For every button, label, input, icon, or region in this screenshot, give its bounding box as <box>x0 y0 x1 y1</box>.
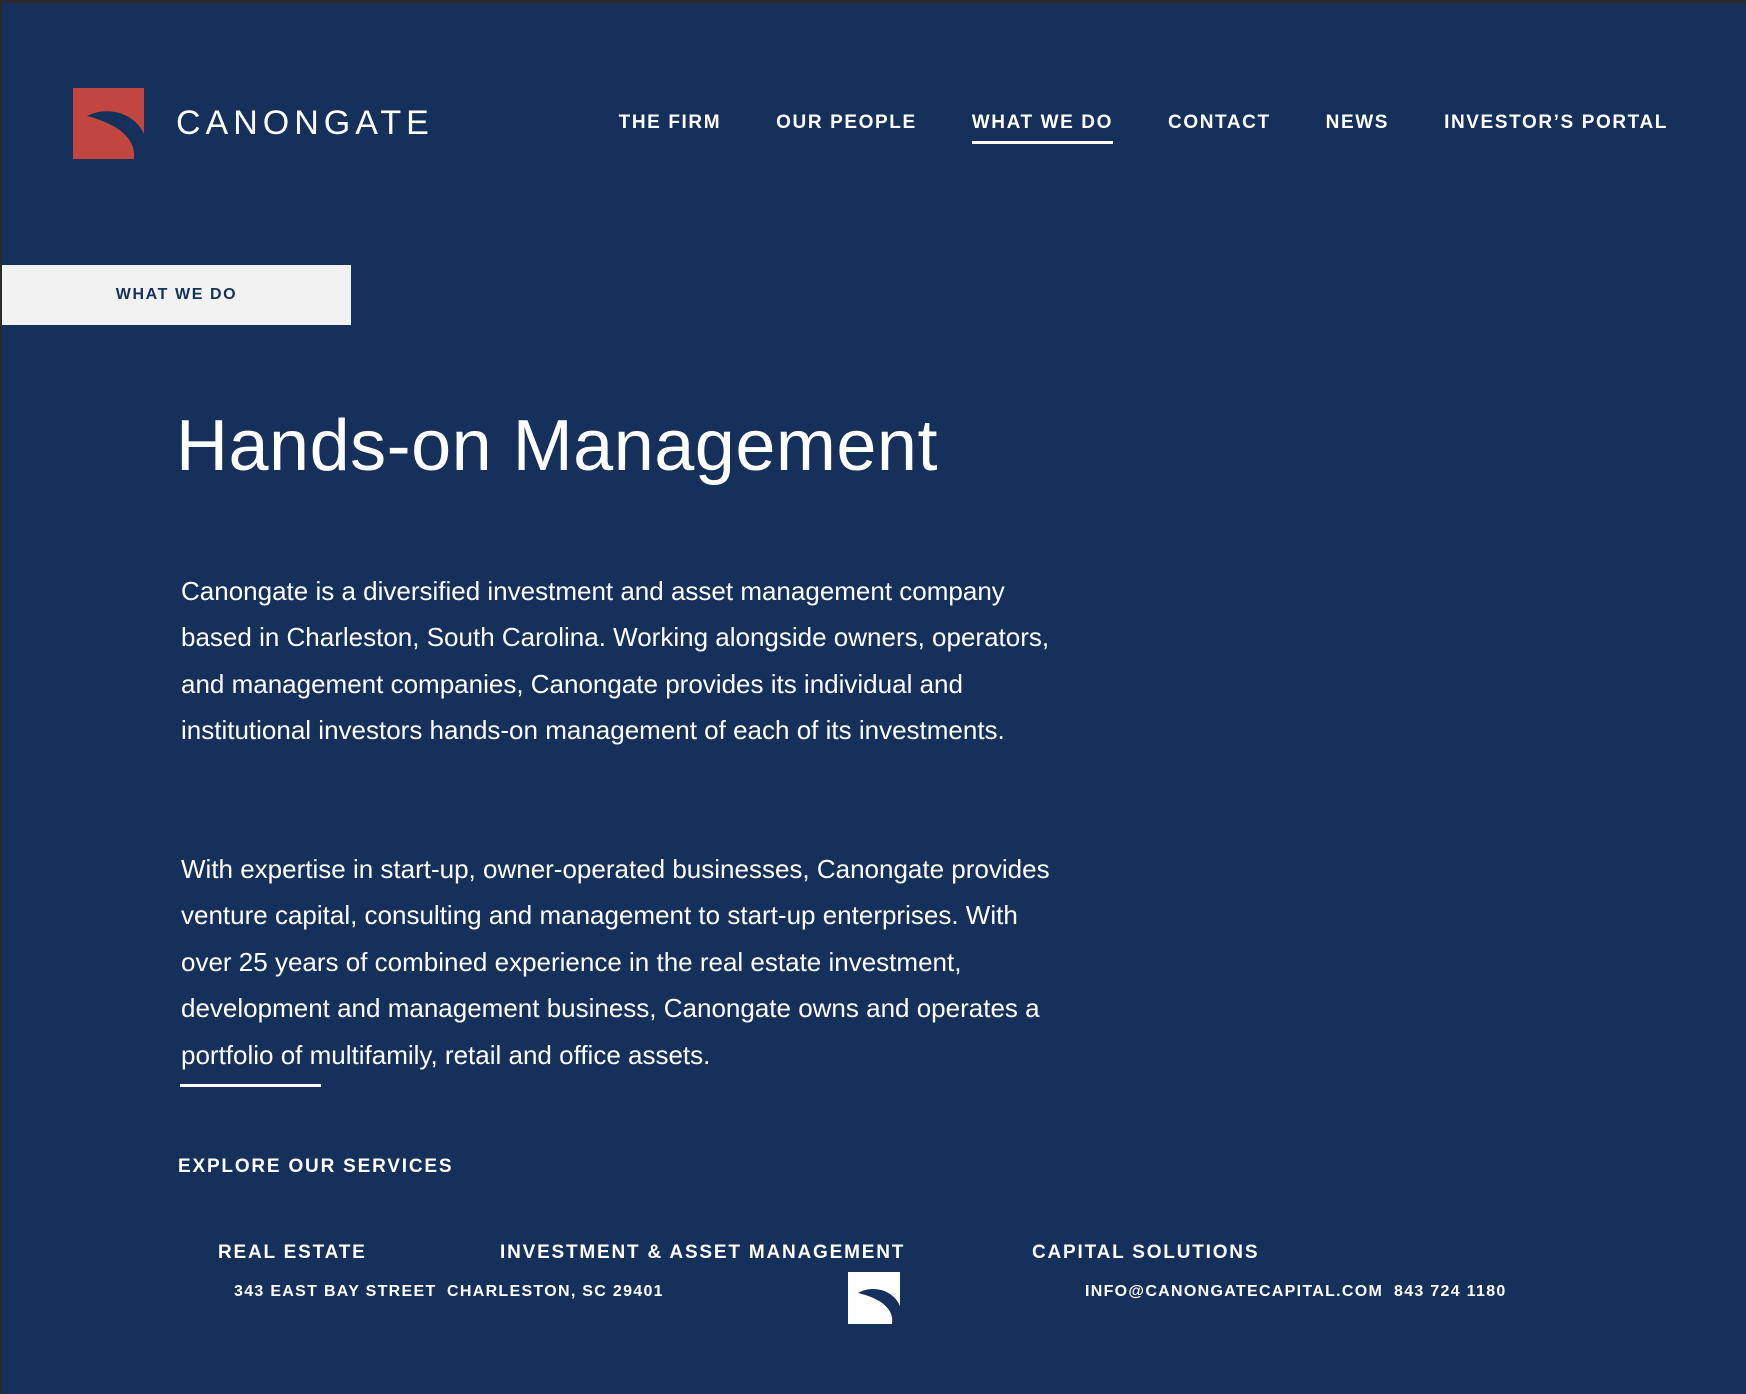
left-border <box>0 0 2 1394</box>
nav-item-the-firm[interactable]: THE FIRM <box>619 112 722 144</box>
page-title: Hands-on Management <box>176 406 938 486</box>
canongate-logo-icon <box>73 88 144 159</box>
service-link-investment-asset-management[interactable]: INVESTMENT & ASSET MANAGEMENT <box>500 1242 905 1264</box>
site-logo[interactable]: CANONGATE <box>73 88 434 159</box>
footer-phone-link[interactable]: 843 724 1180 <box>1394 1283 1507 1301</box>
footer-email-link[interactable]: INFO@CANONGATECAPITAL.COM <box>1085 1283 1383 1301</box>
service-link-capital-solutions[interactable]: CAPITAL SOLUTIONS <box>1032 1242 1259 1264</box>
section-divider <box>180 1084 321 1087</box>
intro-paragraph: Canongate is a diversified investment an… <box>181 576 1050 746</box>
main-nav: THE FIRM OUR PEOPLE WHAT WE DO CONTACT N… <box>619 112 1668 144</box>
nav-item-investors-portal[interactable]: INVESTOR’S PORTAL <box>1444 112 1668 144</box>
top-border <box>0 0 1746 3</box>
service-link-real-estate[interactable]: REAL ESTATE <box>218 1242 367 1264</box>
footer-city: CHARLESTON, SC 29401 <box>447 1283 664 1300</box>
expertise-paragraph: With expertise in start-up, owner-operat… <box>181 854 1050 1070</box>
section-tag: WHAT WE DO <box>2 265 351 325</box>
footer-address: 343 EAST BAY STREET <box>234 1283 437 1300</box>
logo-wordmark: CANONGATE <box>176 104 434 142</box>
nav-item-our-people[interactable]: OUR PEOPLE <box>776 112 917 144</box>
explore-services-heading: EXPLORE OUR SERVICES <box>178 1156 454 1177</box>
nav-item-what-we-do[interactable]: WHAT WE DO <box>971 112 1114 144</box>
nav-item-news[interactable]: NEWS <box>1326 112 1389 144</box>
nav-item-contact[interactable]: CONTACT <box>1168 112 1271 144</box>
canongate-mark-icon <box>848 1272 900 1324</box>
